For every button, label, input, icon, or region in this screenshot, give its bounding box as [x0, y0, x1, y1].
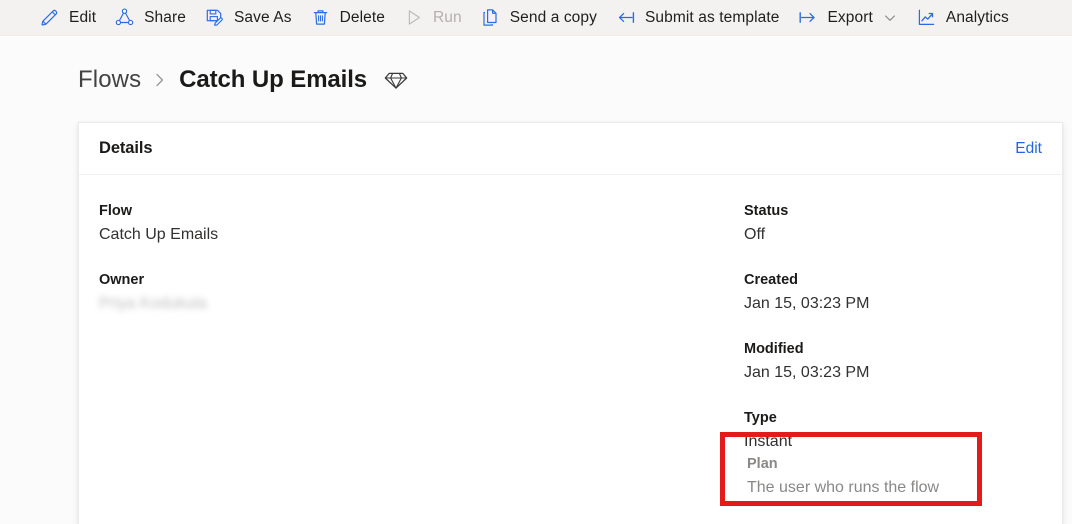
command-save-as[interactable]: Save As [195, 0, 301, 35]
field-modified-label: Modified [744, 341, 804, 357]
field-flow: Flow Catch Up Emails [99, 201, 744, 246]
command-send-a-copy-label: Send a copy [509, 8, 597, 26]
details-right-column: Status Off Created Jan 15, 03:23 PM Modi… [744, 201, 1042, 453]
field-created-value: Jan 15, 03:23 PM [744, 295, 870, 312]
details-left-column: Flow Catch Up Emails Owner Priya Kodukul… [99, 201, 744, 453]
field-status-label: Status [744, 203, 789, 219]
field-type: Type Instant [744, 408, 1042, 453]
share-icon [114, 7, 135, 28]
details-card-title: Details [99, 139, 153, 157]
command-delete[interactable]: Delete [301, 0, 394, 35]
field-owner-label: Owner [99, 272, 145, 288]
trash-icon [310, 7, 331, 28]
breadcrumb-link-flows[interactable]: Flows [78, 66, 141, 94]
field-type-value: Instant [744, 433, 793, 450]
command-share[interactable]: Share [105, 0, 195, 35]
chevron-right-icon [153, 71, 167, 89]
command-submit-as-template-label: Submit as template [644, 8, 780, 26]
command-analytics[interactable]: Analytics [907, 0, 1018, 35]
details-card: Details Edit Flow Catch Up Emails Owner … [78, 122, 1063, 524]
arrow-to-bar-left-icon [615, 7, 636, 28]
command-export[interactable]: Export [788, 0, 906, 35]
chevron-down-icon[interactable] [882, 10, 898, 26]
play-icon [403, 7, 424, 28]
arrow-from-bar-right-icon [797, 7, 818, 28]
field-modified: Modified Jan 15, 03:23 PM [744, 339, 1042, 384]
field-created-label: Created [744, 272, 798, 288]
command-share-label: Share [144, 8, 186, 26]
command-export-label: Export [827, 8, 873, 26]
command-save-as-label: Save As [233, 8, 292, 26]
command-edit[interactable]: Edit [30, 0, 105, 35]
command-edit-label: Edit [69, 8, 97, 26]
field-status: Status Off [744, 201, 1042, 246]
copy-icon [480, 7, 501, 28]
field-created: Created Jan 15, 03:23 PM [744, 270, 1042, 315]
field-owner: Owner Priya Kodukula [99, 270, 744, 315]
command-bar: Edit Share Save As Delete Run Send a cop… [0, 0, 1072, 36]
page-title: Catch Up Emails [179, 65, 368, 93]
details-edit-link[interactable]: Edit [1015, 140, 1042, 158]
field-modified-value: Jan 15, 03:23 PM [744, 364, 870, 381]
field-flow-value: Catch Up Emails [99, 226, 219, 243]
command-send-a-copy[interactable]: Send a copy [471, 0, 606, 35]
field-owner-value: Priya Kodukula [99, 295, 207, 312]
status-badge: Off [744, 226, 766, 243]
breadcrumb: Flows Catch Up Emails [0, 36, 1072, 98]
save-as-icon [204, 7, 225, 28]
command-delete-label: Delete [339, 8, 385, 26]
command-analytics-label: Analytics [945, 8, 1009, 26]
gem-icon [383, 68, 409, 92]
details-card-header: Details Edit [79, 123, 1062, 175]
command-run: Run [394, 0, 471, 35]
line-chart-icon [916, 7, 937, 28]
pencil-icon [39, 7, 60, 28]
command-submit-as-template[interactable]: Submit as template [606, 0, 788, 35]
field-type-label: Type [744, 410, 777, 426]
details-card-body: Flow Catch Up Emails Owner Priya Kodukul… [79, 175, 1062, 453]
command-run-label: Run [432, 8, 462, 26]
field-flow-label: Flow [99, 203, 133, 219]
